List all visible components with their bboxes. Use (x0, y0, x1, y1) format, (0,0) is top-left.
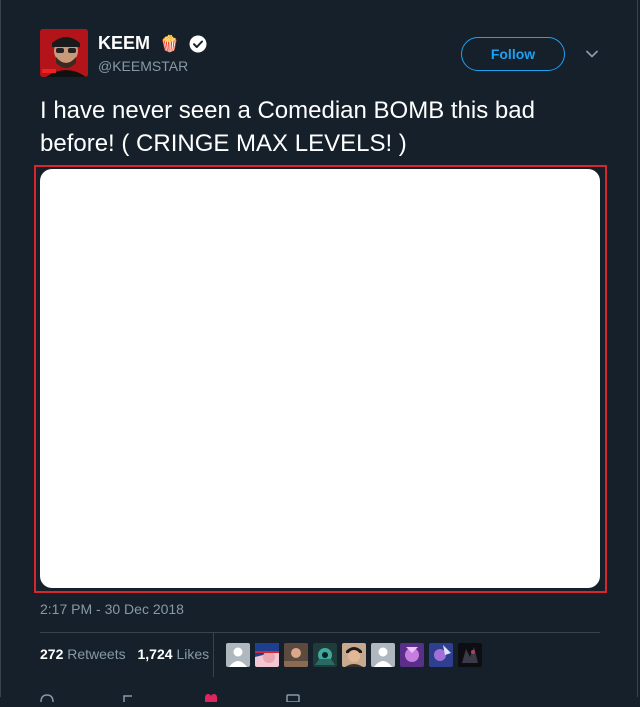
tweet-timestamp[interactable]: 2:17 PM - 30 Dec 2018 (40, 601, 184, 617)
tweet-stats: 272 Retweets 1,724 Likes (40, 646, 217, 662)
author-names: KEEM 🍿 @KEEMSTAR (98, 33, 207, 74)
liker-avatar[interactable] (313, 643, 337, 667)
likes-stat[interactable]: 1,724 Likes (138, 646, 210, 662)
stats-divider (213, 633, 214, 677)
liker-avatar[interactable] (255, 643, 279, 667)
retweet-count: 272 (40, 646, 64, 662)
follow-button[interactable]: Follow (461, 37, 565, 71)
verified-badge-icon (189, 35, 207, 52)
liker-avatar[interactable] (400, 643, 424, 667)
author-display-name[interactable]: KEEM (98, 33, 150, 54)
retweets-label: Retweets (67, 646, 126, 662)
liker-avatar[interactable] (371, 643, 395, 667)
avatar-image (40, 29, 88, 77)
author-handle[interactable]: @KEEMSTAR (98, 58, 207, 74)
reply-icon[interactable] (40, 689, 54, 703)
tweet-text: I have never seen a Comedian BOMB this b… (40, 97, 535, 157)
divider-top (40, 632, 600, 633)
likers-list (226, 643, 487, 667)
media-highlight-outline (34, 165, 607, 593)
likes-label: Likes (176, 646, 210, 662)
liker-avatar[interactable] (429, 643, 453, 667)
liker-avatar[interactable] (342, 643, 366, 667)
author-avatar[interactable] (40, 29, 88, 77)
like-count: 1,724 (137, 646, 173, 662)
heart-icon[interactable] (204, 689, 218, 702)
action-bar (40, 689, 368, 703)
liker-avatar[interactable] (226, 643, 250, 667)
popcorn-emoji-icon: 🍿 (159, 35, 180, 53)
liker-avatar[interactable] (284, 643, 308, 667)
retweet-icon[interactable] (122, 689, 136, 702)
liker-avatar[interactable] (458, 643, 482, 667)
tweet-header: KEEM 🍿 @KEEMSTAR Follow (40, 29, 610, 81)
message-icon[interactable] (286, 689, 300, 703)
chevron-down-icon[interactable] (585, 47, 599, 61)
retweets-stat[interactable]: 272 Retweets (40, 646, 126, 662)
